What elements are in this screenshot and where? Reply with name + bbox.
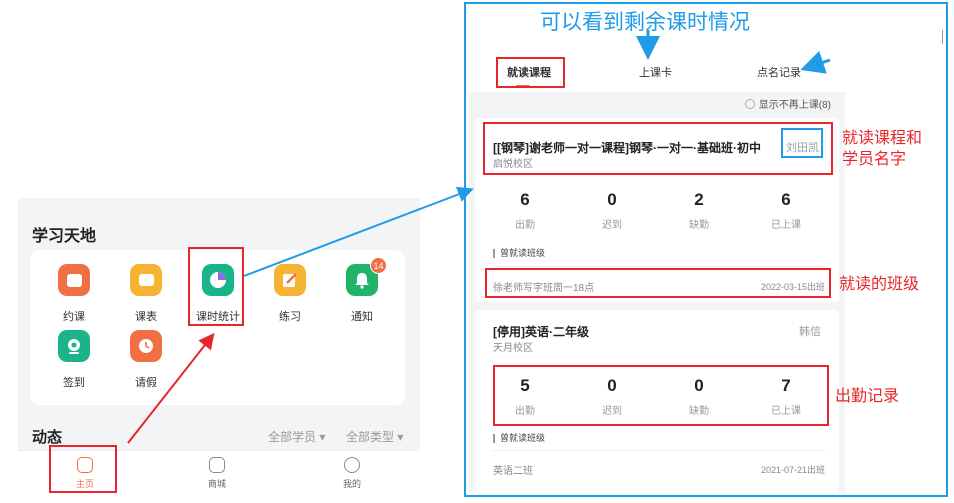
filter-students-dropdown[interactable]: 全部学员 ▾ [268,428,325,445]
tab-label: 商城 [207,479,226,489]
grid-item-label: 请假 [135,377,157,389]
show-inactive-label: 显示不再上课(8) [758,100,831,111]
highlight-attendance [493,365,829,426]
stat-value: 6 [520,190,530,209]
grid-item-check-in[interactable]: 签到 [44,330,104,390]
notice-badge: 14 [370,257,387,274]
grid-item-label: 签到 [63,377,85,389]
highlight-home-tab [49,445,117,493]
note-line: 学员名字 [842,151,907,168]
divider [493,266,825,267]
caption-remaining-lessons: 可以看到剩余课时情况 [540,11,750,34]
tab-profile[interactable]: 我的 [322,457,382,490]
calendar-book-icon [58,264,90,296]
highlight-enrolled-tab [496,57,565,88]
course-title: [停用]英语·二年级 [493,325,589,339]
leave-icon [130,330,162,362]
stat-value: 0 [607,190,617,209]
bell-icon: 14 [346,257,387,296]
stat-label: 出勤 [515,220,535,231]
grid-item-book-class[interactable]: 约课 [44,264,104,324]
divider [493,450,825,451]
highlight-student-name [781,128,823,158]
stat-lessons-taken: 6 已上课 [756,190,816,231]
note-class: 就读的班级 [839,276,920,293]
past-classes-header: 曾就读班级 [493,249,545,258]
class-name: 英语二班 [493,466,533,477]
dynamics-title: 动态 [32,429,63,446]
class-date: 2021-07-21出班 [760,465,825,475]
location-pin-icon [58,330,90,362]
tab-roll-call[interactable]: 点名记录 [757,64,801,80]
stat-attended: 6 出勤 [495,190,555,231]
note-line: 就读课程和 [842,130,923,147]
grid-item-notice[interactable]: 14 通知 [332,257,392,324]
tab-shop[interactable]: 商城 [187,457,247,490]
grid-item-label: 通知 [351,311,373,323]
grid-item-label: 练习 [279,311,301,323]
highlight-class [485,268,831,298]
past-classes-header: 曾就读班级 [493,434,545,443]
show-inactive-toggle[interactable]: 显示不再上课(8) [744,96,831,111]
filter-types-dropdown[interactable]: 全部类型 ▾ [346,428,403,445]
stat-label: 迟到 [602,220,622,231]
radio-icon [744,98,755,109]
profile-icon [344,457,360,473]
note-attendance: 出勤记录 [835,388,900,405]
grid-item-label: 约课 [63,311,85,323]
note-course-and-name: 就读课程和 学员名字 [842,128,922,170]
practice-icon [274,264,306,296]
stat-label: 缺勤 [689,220,709,231]
grid-item-practice[interactable]: 练习 [260,264,320,324]
shop-icon [209,457,225,473]
stat-late: 0 迟到 [582,190,642,231]
timetable-icon [130,264,162,296]
grid-item-leave[interactable]: 请假 [116,330,176,390]
tab-label: 我的 [342,479,361,489]
stray-mark [942,30,943,44]
grid-item-label: 课表 [135,311,157,323]
tab-class-card[interactable]: 上课卡 [639,64,672,80]
stat-value: 2 [694,190,704,209]
study-section-title: 学习天地 [32,228,97,245]
student-name: 韩信 [799,326,821,338]
stat-absent: 2 缺勤 [669,190,729,231]
stat-value: 6 [781,190,791,209]
highlight-lesson-stats [188,247,244,326]
stat-label: 已上课 [771,220,801,231]
course-campus: 天月校区 [493,343,533,354]
grid-item-timetable[interactable]: 课表 [116,264,176,324]
